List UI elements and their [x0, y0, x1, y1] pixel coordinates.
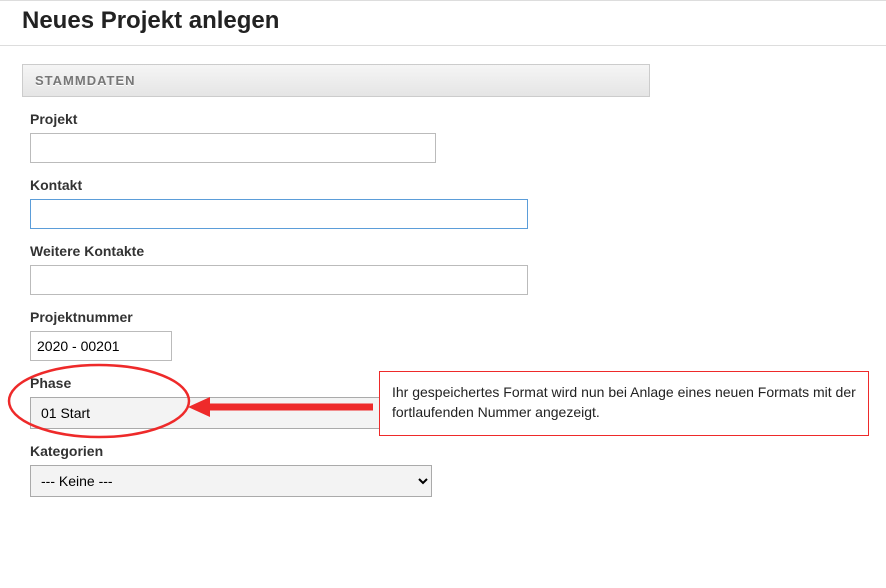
label-weitere-kontakte: Weitere Kontakte — [30, 243, 642, 259]
label-kategorien: Kategorien — [30, 443, 642, 459]
field-kategorien: Kategorien --- Keine --- — [30, 443, 642, 497]
field-projektnummer: Projektnummer — [30, 309, 642, 361]
select-kategorien[interactable]: --- Keine --- — [30, 465, 432, 497]
annotation-text: Ihr gespeichertes Format wird nun bei An… — [392, 384, 856, 420]
page-title: Neues Projekt anlegen — [0, 0, 886, 46]
field-projekt: Projekt — [30, 111, 642, 163]
field-kontakt: Kontakt — [30, 177, 642, 229]
section-header-stammdaten: STAMMDATEN — [22, 64, 650, 97]
input-projektnummer[interactable] — [30, 331, 172, 361]
select-phase[interactable]: 01 Start — [30, 397, 432, 429]
label-projekt: Projekt — [30, 111, 642, 127]
field-weitere-kontakte: Weitere Kontakte — [30, 243, 642, 295]
label-projektnummer: Projektnummer — [30, 309, 642, 325]
annotation-callout: Ihr gespeichertes Format wird nun bei An… — [379, 371, 869, 436]
label-kontakt: Kontakt — [30, 177, 642, 193]
input-weitere-kontakte[interactable] — [30, 265, 528, 295]
input-projekt[interactable] — [30, 133, 436, 163]
input-kontakt[interactable] — [30, 199, 528, 229]
fields-container: Projekt Kontakt Weitere Kontakte Projekt… — [22, 97, 650, 497]
